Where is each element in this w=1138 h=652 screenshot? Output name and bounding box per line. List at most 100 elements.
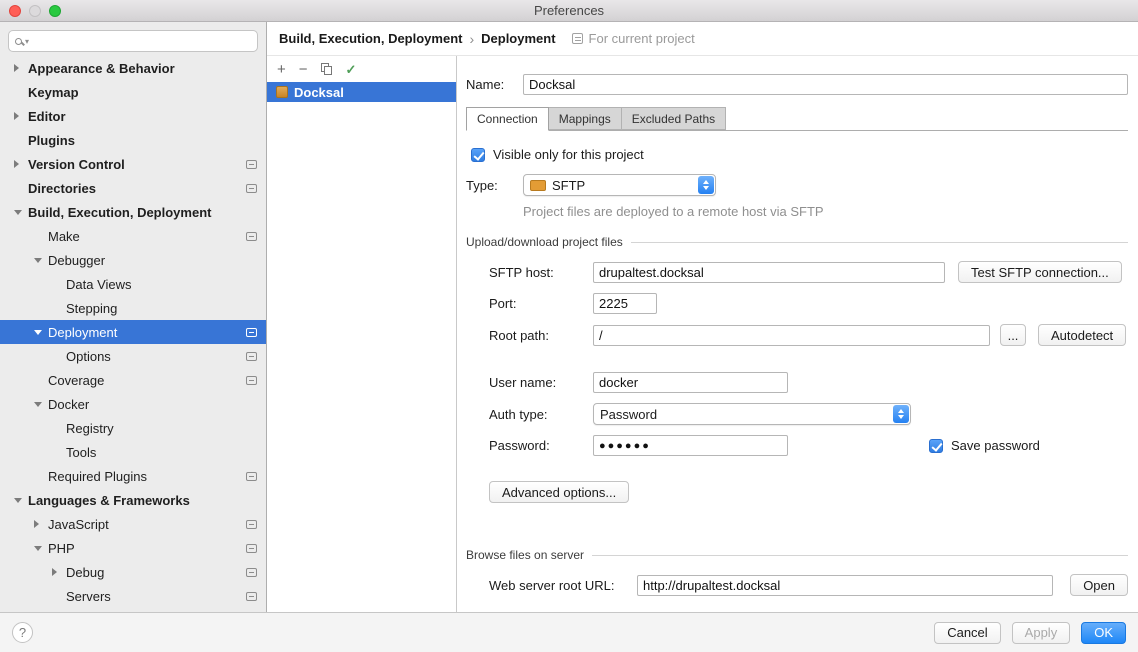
sidebar-item-tools[interactable]: Tools <box>0 440 266 464</box>
tab-excluded-paths[interactable]: Excluded Paths <box>621 107 726 130</box>
sidebar-item-javascript[interactable]: JavaScript <box>0 512 266 536</box>
project-scope-icon <box>246 160 257 169</box>
search-scope-chevron-icon: ▾ <box>25 37 29 46</box>
current-project-label: For current project <box>589 31 695 46</box>
project-scope-icon <box>246 520 257 529</box>
chevron-right-icon <box>52 568 66 576</box>
web-root-row: Web server root URL: Open <box>489 574 1128 596</box>
autodetect-button[interactable]: Autodetect <box>1038 324 1126 346</box>
sidebar-item-editor[interactable]: Editor <box>0 104 266 128</box>
breadcrumb: Build, Execution, Deployment › Deploymen… <box>267 22 1138 56</box>
chevron-down-icon <box>34 402 48 407</box>
apply-button[interactable]: Apply <box>1012 622 1071 644</box>
server-name: Docksal <box>294 85 344 100</box>
copy-server-button[interactable] <box>321 63 333 76</box>
remove-server-button[interactable]: − <box>299 62 308 77</box>
server-icon <box>276 86 288 98</box>
test-sftp-connection-button[interactable]: Test SFTP connection... <box>958 261 1122 283</box>
sidebar-item-php[interactable]: PHP <box>0 536 266 560</box>
server-list-panel: + − ✓ Docksal <box>267 56 457 612</box>
type-select[interactable]: SFTP <box>523 174 716 196</box>
port-label: Port: <box>489 296 593 311</box>
name-input[interactable] <box>523 74 1128 95</box>
tab-bar: Connection Mappings Excluded Paths <box>466 107 1128 131</box>
sidebar-item-directories[interactable]: Directories <box>0 176 266 200</box>
sidebar-item-languages-frameworks[interactable]: Languages & Frameworks <box>0 488 266 512</box>
user-name-label: User name: <box>489 375 593 390</box>
save-password-checkbox[interactable] <box>929 439 943 453</box>
sidebar-item-required-plugins[interactable]: Required Plugins <box>0 464 266 488</box>
root-path-label: Root path: <box>489 328 593 343</box>
sidebar-item-debugger[interactable]: Debugger <box>0 248 266 272</box>
sftp-icon <box>530 180 546 191</box>
name-row: Name: <box>466 74 1128 95</box>
titlebar: Preferences <box>0 0 1138 22</box>
sidebar-item-version-control[interactable]: Version Control <box>0 152 266 176</box>
port-input[interactable] <box>593 293 657 314</box>
search-input[interactable] <box>32 34 251 49</box>
user-name-input[interactable] <box>593 372 788 393</box>
project-scope-icon <box>246 472 257 481</box>
ok-button[interactable]: OK <box>1081 622 1126 644</box>
sidebar-item-plugins[interactable]: Plugins <box>0 128 266 152</box>
sftp-host-label: SFTP host: <box>489 265 593 280</box>
tab-mappings[interactable]: Mappings <box>548 107 622 130</box>
project-scope-icon <box>246 592 257 601</box>
deployment-form: Name: Connection Mappings Excluded Paths… <box>457 56 1138 612</box>
add-server-button[interactable]: + <box>277 62 286 77</box>
sidebar-item-appearance-behavior[interactable]: Appearance & Behavior <box>0 56 266 80</box>
sidebar-item-stepping[interactable]: Stepping <box>0 296 266 320</box>
web-root-input[interactable] <box>637 575 1053 596</box>
sftp-host-input[interactable] <box>593 262 945 283</box>
sidebar-item-options[interactable]: Options <box>0 344 266 368</box>
save-password-label: Save password <box>951 438 1040 453</box>
sftp-host-row: SFTP host: Test SFTP connection... <box>489 261 1128 283</box>
sidebar-item-coverage[interactable]: Coverage <box>0 368 266 392</box>
preferences-window: Preferences ▾ Appearance & Behavior Keym… <box>0 0 1138 652</box>
project-scope-icon <box>246 352 257 361</box>
password-input[interactable] <box>593 435 788 456</box>
chevron-down-icon <box>14 210 28 215</box>
browse-root-path-button[interactable]: ... <box>1000 324 1026 346</box>
type-help-text: Project files are deployed to a remote h… <box>523 204 1128 219</box>
visible-only-row: Visible only for this project <box>471 147 1128 162</box>
open-button[interactable]: Open <box>1070 574 1128 596</box>
sidebar-item-debug[interactable]: Debug <box>0 560 266 584</box>
auth-type-select[interactable]: Password <box>593 403 911 425</box>
use-as-default-button[interactable]: ✓ <box>346 63 357 76</box>
sidebar-item-servers[interactable]: Servers <box>0 584 266 608</box>
close-button[interactable] <box>9 5 21 17</box>
project-scope-icon <box>246 544 257 553</box>
type-label: Type: <box>466 178 523 193</box>
section-upload-download: Upload/download project files <box>466 235 1128 249</box>
sidebar-item-keymap[interactable]: Keymap <box>0 80 266 104</box>
current-project-icon <box>572 33 583 44</box>
sidebar-item-build-execution-deployment[interactable]: Build, Execution, Deployment <box>0 200 266 224</box>
server-list-item[interactable]: Docksal <box>267 82 456 102</box>
help-button[interactable]: ? <box>12 622 33 643</box>
name-label: Name: <box>466 77 523 92</box>
password-row: Password: Save password <box>489 435 1128 456</box>
cancel-button[interactable]: Cancel <box>934 622 1000 644</box>
chevron-down-icon <box>34 546 48 551</box>
type-row: Type: SFTP <box>466 174 1128 196</box>
root-path-input[interactable] <box>593 325 990 346</box>
tab-connection[interactable]: Connection <box>466 107 549 131</box>
sidebar-item-make[interactable]: Make <box>0 224 266 248</box>
chevron-down-icon <box>14 498 28 503</box>
sidebar-item-deployment[interactable]: Deployment <box>0 320 266 344</box>
server-toolbar: + − ✓ <box>267 56 456 82</box>
visible-only-checkbox[interactable] <box>471 148 485 162</box>
sidebar-item-registry[interactable]: Registry <box>0 416 266 440</box>
chevron-right-icon <box>14 112 28 120</box>
current-project-note: For current project <box>572 31 695 46</box>
sidebar-item-docker[interactable]: Docker <box>0 392 266 416</box>
advanced-options-button[interactable]: Advanced options... <box>489 481 629 503</box>
zoom-button[interactable] <box>49 5 61 17</box>
window-title: Preferences <box>534 3 604 18</box>
sidebar-item-data-views[interactable]: Data Views <box>0 272 266 296</box>
search-field[interactable]: ▾ <box>8 30 258 52</box>
minimize-button <box>29 5 41 17</box>
window-controls <box>9 5 61 17</box>
breadcrumb-item-parent[interactable]: Build, Execution, Deployment <box>279 31 462 46</box>
